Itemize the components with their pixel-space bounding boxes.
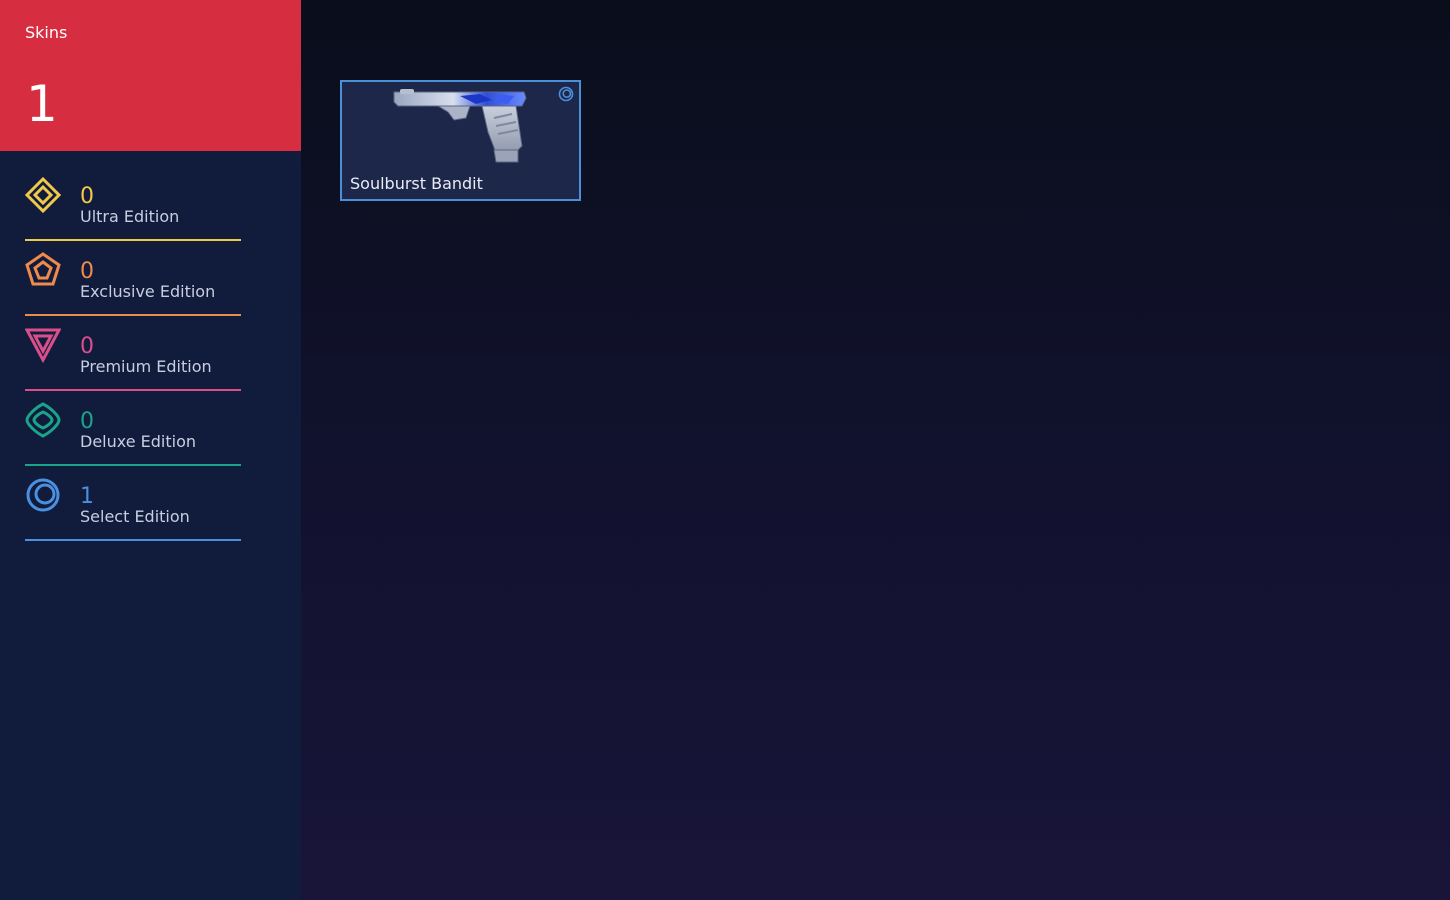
tier-name: Deluxe Edition (80, 432, 197, 451)
pistol-skin-image (390, 84, 535, 168)
skins-summary: Skins 1 (0, 0, 301, 151)
deluxe-edition-icon (25, 402, 61, 438)
select-edition-icon (558, 86, 574, 102)
tier-ultra-edition[interactable]: 0 Ultra Edition (25, 177, 241, 241)
tier-name: Ultra Edition (80, 207, 180, 226)
tier-exclusive-edition[interactable]: 0 Exclusive Edition (25, 252, 241, 316)
tier-count: 1 (80, 484, 94, 509)
tier-count: 0 (80, 334, 94, 359)
ultra-edition-icon (25, 177, 61, 213)
skins-label: Skins (25, 23, 68, 42)
tier-select-edition[interactable]: 1 Select Edition (25, 477, 241, 541)
select-edition-icon (25, 477, 61, 513)
exclusive-edition-icon (25, 252, 61, 288)
sidebar: Skins 1 0 Ultra Edition 0 Exclusive Edit… (0, 0, 301, 900)
skin-card-soulburst-bandit[interactable]: Soulburst Bandit (340, 80, 581, 201)
premium-edition-icon (25, 327, 61, 363)
tier-premium-edition[interactable]: 0 Premium Edition (25, 327, 241, 391)
tier-count: 0 (80, 259, 94, 284)
tier-count: 0 (80, 409, 94, 434)
skins-total-count: 1 (26, 75, 58, 133)
tier-name: Exclusive Edition (80, 282, 216, 301)
tier-count: 0 (80, 184, 94, 209)
tier-name: Select Edition (80, 507, 190, 526)
tier-name: Premium Edition (80, 357, 212, 376)
skin-name: Soulburst Bandit (350, 174, 483, 193)
tier-deluxe-edition[interactable]: 0 Deluxe Edition (25, 402, 241, 466)
